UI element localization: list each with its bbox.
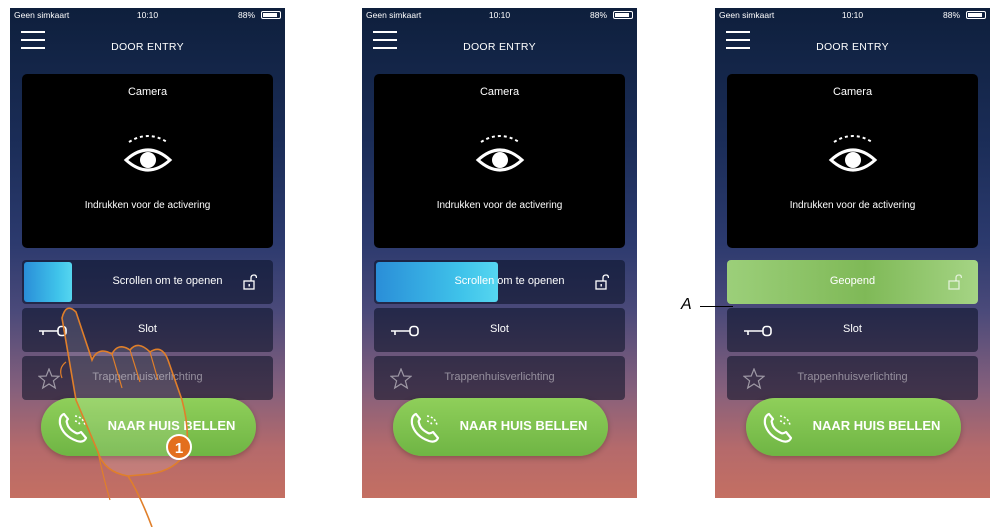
lock-row[interactable]: Slot — [22, 308, 273, 352]
padlock-open-icon — [948, 274, 962, 290]
phone-screen-3: Geen simkaart 10:10 88% DOOR ENTRY Camer… — [715, 8, 990, 498]
status-bar: Geen simkaart 10:10 88% — [10, 8, 285, 22]
camera-hint: Indrukken voor de activering — [436, 200, 563, 211]
slide-to-open-label: Scrollen om te openen — [112, 275, 223, 287]
slide-to-open-row[interactable]: Scrollen om te openen — [374, 260, 625, 304]
camera-panel[interactable]: Camera Indrukken voor de activering — [727, 74, 978, 248]
battery-icon — [261, 11, 281, 19]
stairwell-light-row[interactable]: Trappenhuisverlichting — [727, 356, 978, 400]
camera-panel[interactable]: Camera Indrukken voor de activering — [22, 74, 273, 248]
status-bar: Geen simkaart 10:10 88% — [362, 8, 637, 22]
call-home-label: NAAR HUIS BELLEN — [459, 418, 588, 433]
camera-title: Camera — [832, 86, 873, 98]
stairwell-light-label: Trappenhuisverlichting — [92, 371, 203, 383]
slide-to-open-label: Scrollen om te openen — [454, 275, 565, 287]
phone-call-icon — [58, 412, 88, 443]
padlock-open-icon — [595, 274, 609, 290]
battery-percent: 88% — [942, 10, 960, 20]
eye-icon — [475, 135, 525, 172]
page-title: DOOR ENTRY — [463, 41, 536, 53]
lock-label: Slot — [843, 323, 862, 335]
phone-call-icon — [410, 412, 440, 443]
phone-call-icon — [763, 412, 793, 443]
status-bar: Geen simkaart 10:10 88% — [715, 8, 990, 22]
battery-icon — [613, 11, 633, 19]
eye-icon — [123, 135, 173, 172]
call-home-button[interactable]: NAAR HUIS BELLEN — [746, 398, 961, 456]
door-opened-row[interactable]: Geopend — [727, 260, 978, 304]
camera-panel[interactable]: Camera Indrukken voor de activering — [374, 74, 625, 248]
phone-screen-1: Geen simkaart 10:10 88% DOOR ENTRY Camer… — [10, 8, 285, 498]
page-title: DOOR ENTRY — [816, 41, 889, 53]
padlock-open-icon — [243, 274, 257, 290]
phone-screen-2: Geen simkaart 10:10 88% DOOR ENTRY Camer… — [362, 8, 637, 498]
lock-row[interactable]: Slot — [374, 308, 625, 352]
stairwell-light-row[interactable]: Trappenhuisverlichting — [22, 356, 273, 400]
camera-title: Camera — [479, 86, 520, 98]
camera-hint: Indrukken voor de activering — [789, 200, 916, 211]
call-home-label: NAAR HUIS BELLEN — [812, 418, 941, 433]
page-title: DOOR ENTRY — [111, 41, 184, 53]
call-home-button[interactable]: NAAR HUIS BELLEN — [393, 398, 608, 456]
stairwell-light-label: Trappenhuisverlichting — [797, 371, 908, 383]
camera-title: Camera — [127, 86, 168, 98]
battery-icon — [966, 11, 986, 19]
call-home-button[interactable]: NAAR HUIS BELLEN — [41, 398, 256, 456]
door-opened-label: Geopend — [829, 275, 876, 287]
eye-icon — [828, 135, 878, 172]
callout-line — [700, 306, 733, 307]
step-number-badge: 1 — [166, 434, 192, 460]
stairwell-light-label: Trappenhuisverlichting — [444, 371, 555, 383]
lock-label: Slot — [490, 323, 509, 335]
lock-row[interactable]: Slot — [727, 308, 978, 352]
stairwell-light-row[interactable]: Trappenhuisverlichting — [374, 356, 625, 400]
battery-percent: 88% — [589, 10, 607, 20]
callout-label: A — [681, 296, 692, 313]
lock-label: Slot — [138, 323, 157, 335]
call-home-label: NAAR HUIS BELLEN — [107, 418, 236, 433]
camera-hint: Indrukken voor de activering — [84, 200, 211, 211]
slide-to-open-row[interactable]: Scrollen om te openen — [22, 260, 273, 304]
battery-percent: 88% — [237, 10, 255, 20]
